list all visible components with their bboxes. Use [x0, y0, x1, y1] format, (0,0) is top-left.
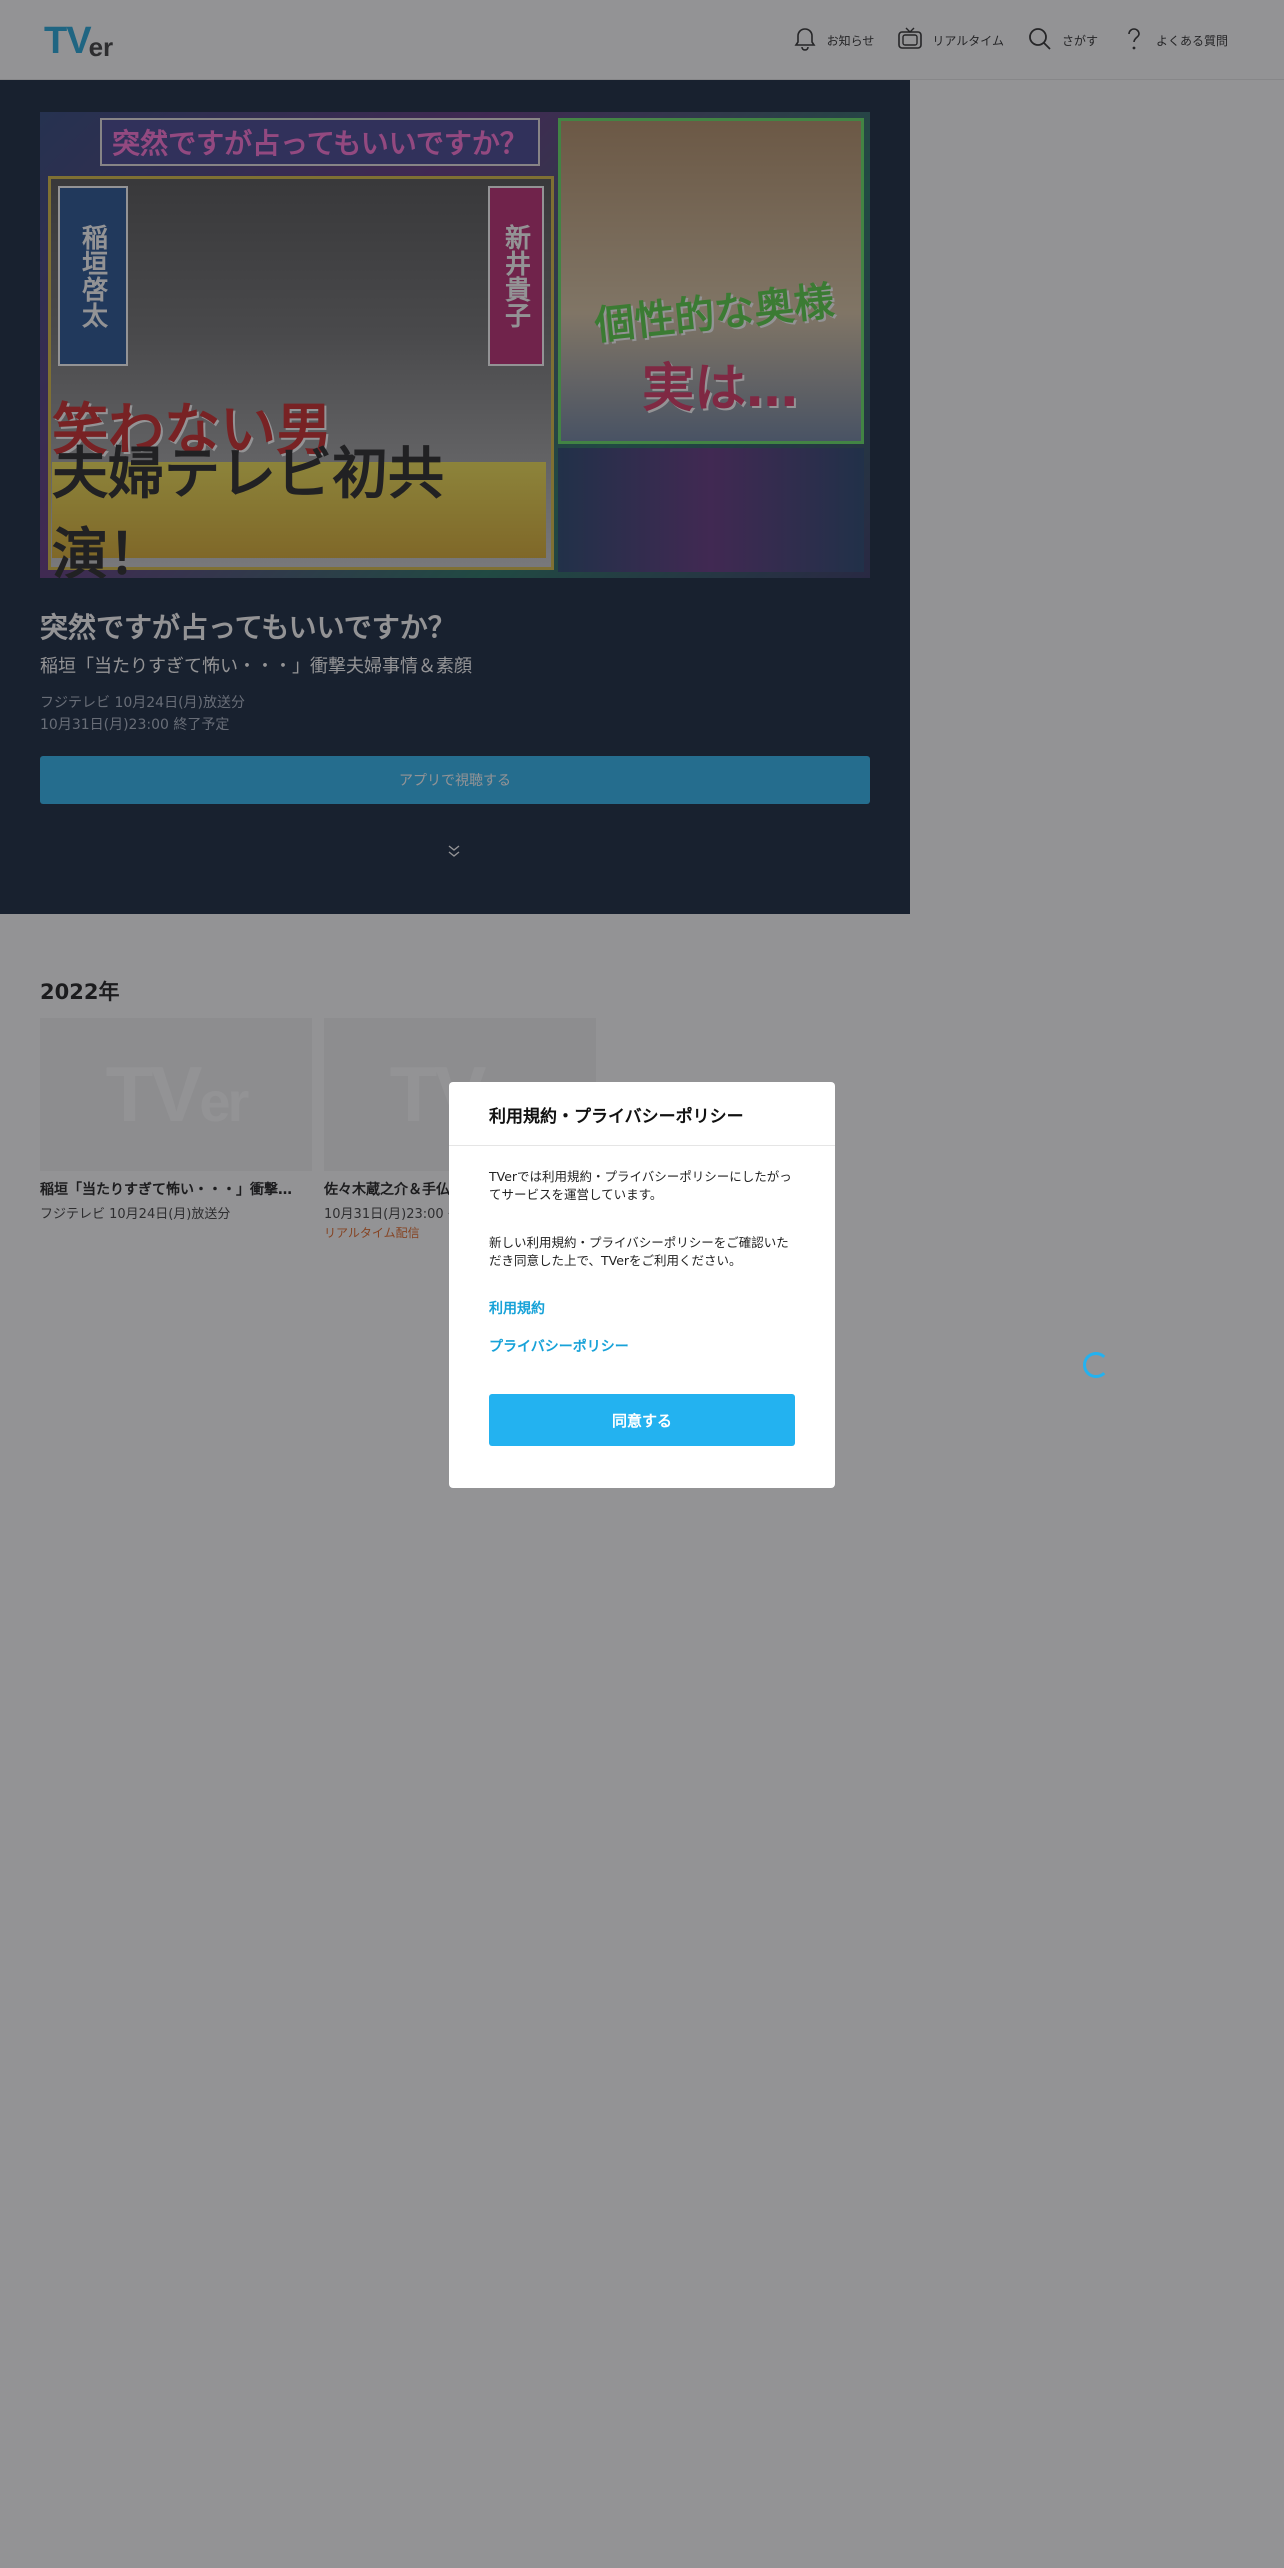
- loading-spinner-icon: [1083, 1352, 1109, 1378]
- agree-button[interactable]: 同意する: [489, 1394, 795, 1446]
- terms-of-use-link[interactable]: 利用規約: [489, 1298, 545, 1318]
- dialog-title: 利用規約・プライバシーポリシー: [489, 1107, 744, 1127]
- dialog-text-intro: TVerでは利用規約・プライバシーポリシーにしたがってサービスを運営しています。: [489, 1169, 792, 1202]
- dialog-text-confirm: 新しい利用規約・プライバシーポリシーをご確認いただき同意した上で、TVerをご利…: [489, 1235, 789, 1268]
- privacy-policy-link[interactable]: プライバシーポリシー: [489, 1336, 629, 1356]
- dialog-header: 利用規約・プライバシーポリシー: [449, 1082, 835, 1146]
- terms-dialog: 利用規約・プライバシーポリシー TVerでは利用規約・プライバシーポリシーにした…: [449, 1082, 835, 1488]
